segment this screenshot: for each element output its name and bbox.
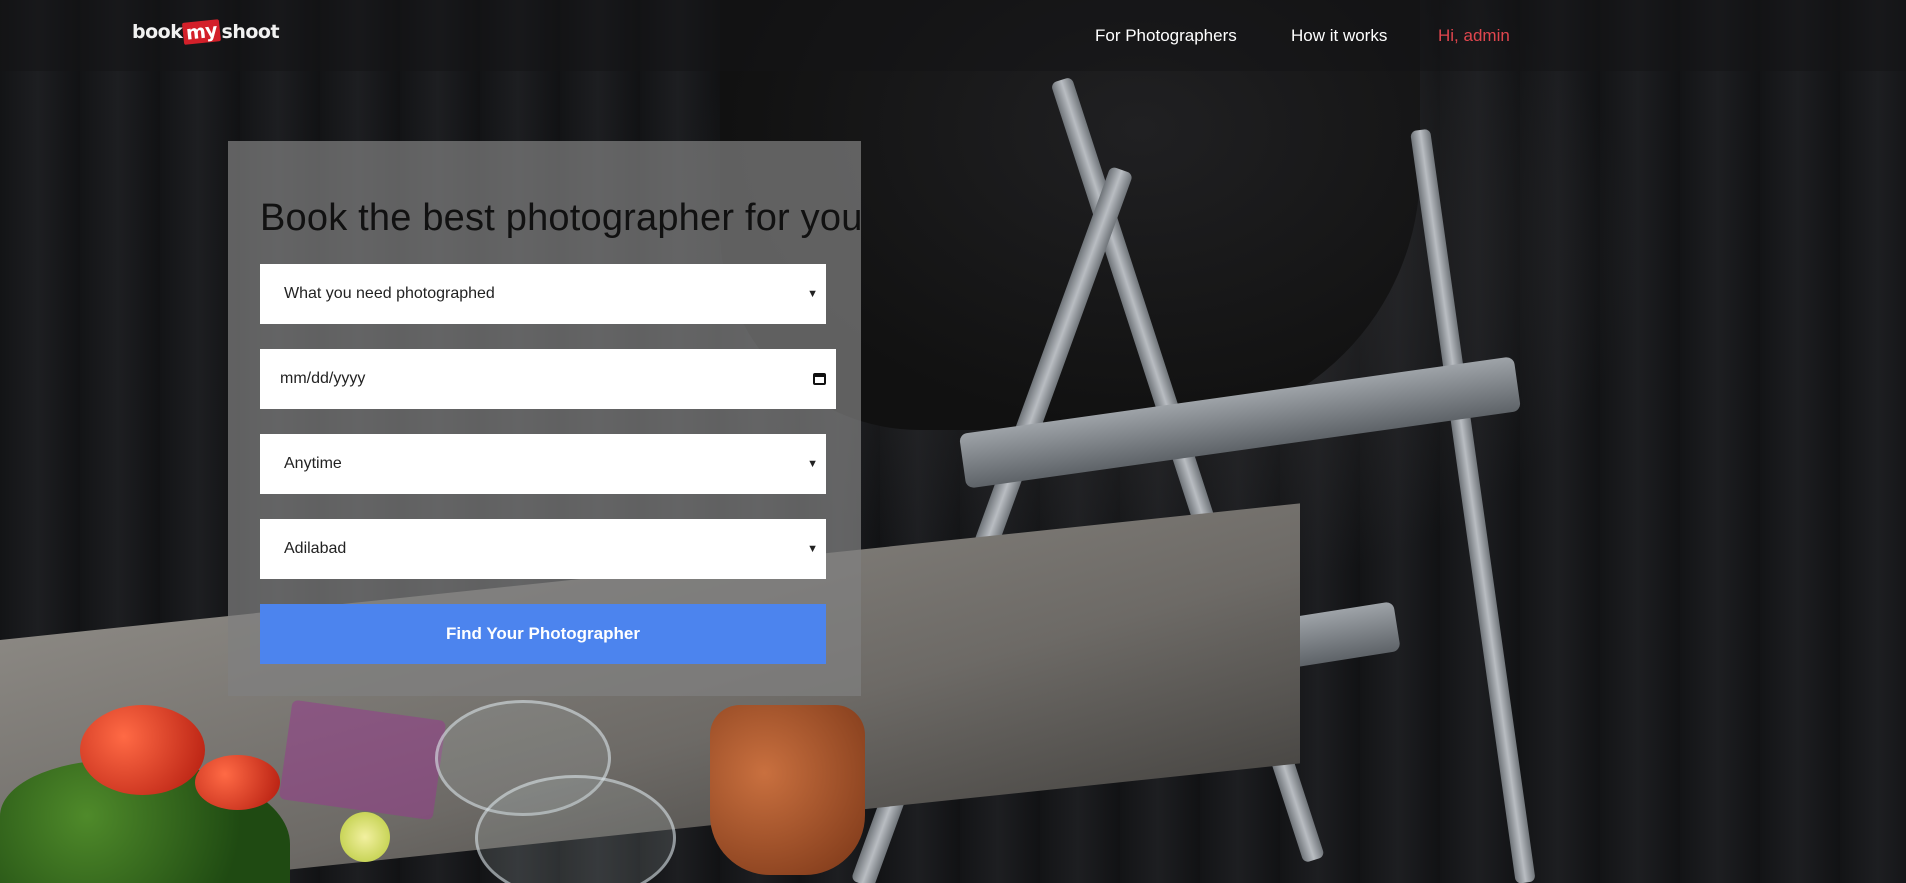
top-navbar: book my shoot For Photographers How it w…: [0, 0, 1906, 71]
city-select-value: Adilabad: [284, 540, 347, 557]
category-select[interactable]: What you need photographed ▼: [260, 264, 826, 324]
nav-links-2: How it works: [1291, 0, 1387, 71]
calendar-icon[interactable]: [813, 373, 826, 385]
time-select-value: Anytime: [284, 455, 342, 472]
date-input[interactable]: mm/dd/yyyy: [260, 349, 836, 409]
time-select[interactable]: Anytime ▼: [260, 434, 826, 494]
nav-links-3: Hi, admin: [1438, 0, 1510, 71]
chevron-down-icon: ▼: [807, 543, 818, 555]
booking-search-card: Book the best photographer for you What …: [228, 141, 863, 696]
logo-text-shoot: shoot: [221, 21, 280, 43]
nav-for-photographers[interactable]: For Photographers: [1095, 26, 1237, 46]
chevron-down-icon: ▼: [807, 458, 818, 470]
logo-text-my: my: [182, 19, 222, 45]
nav-how-it-works[interactable]: How it works: [1291, 26, 1387, 46]
nav-links: For Photographers: [1095, 0, 1237, 71]
date-input-placeholder: mm/dd/yyyy: [280, 370, 366, 387]
form-title: Book the best photographer for you: [260, 197, 863, 239]
chevron-down-icon: ▼: [807, 288, 818, 300]
category-select-value: What you need photographed: [284, 285, 495, 302]
logo-text-book: book: [132, 21, 183, 43]
city-select[interactable]: Adilabad ▼: [260, 519, 826, 579]
brand-logo[interactable]: book my shoot: [132, 18, 280, 46]
find-photographer-button[interactable]: Find Your Photographer: [260, 604, 826, 664]
nav-user-greeting[interactable]: Hi, admin: [1438, 26, 1510, 46]
